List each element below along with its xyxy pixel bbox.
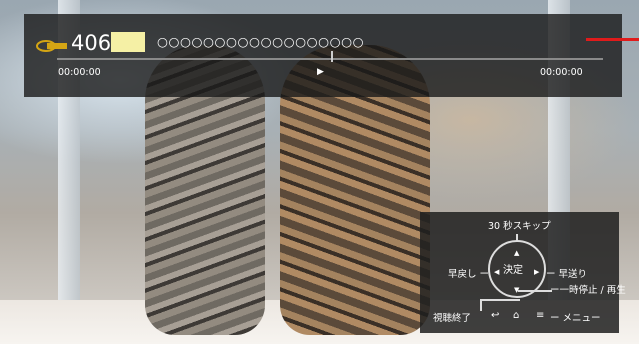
skip-label: 30 秒スキップ: [488, 221, 551, 232]
play-icon: ▶: [317, 67, 324, 77]
fastforward-label: ー 早送り: [546, 269, 588, 280]
connector-line: [518, 290, 552, 292]
remote-control-guide: 30 秒スキップ ▲ ▼ ◀ ▶ 決定 早戻し ー ー 早送り ー一時停止 / …: [420, 212, 626, 333]
up-arrow-icon[interactable]: ▲: [514, 249, 519, 257]
connector-line: [480, 299, 482, 311]
video-player-screen: 406 ○○○○○○○○○○○○○○○○○○ 00:00:00 ▶ 00:00:…: [0, 0, 639, 344]
g-guide-logo: [36, 38, 68, 52]
right-arrow-icon[interactable]: ▶: [534, 268, 539, 276]
pause-play-label: ー一時停止 / 再生: [550, 285, 626, 296]
left-arrow-icon[interactable]: ◀: [494, 268, 499, 276]
home-icon[interactable]: ⌂: [513, 310, 519, 321]
rewind-label: 早戻し ー: [448, 269, 490, 280]
connector-line: [480, 299, 520, 301]
current-time: 00:00:00: [58, 67, 101, 78]
seek-bar[interactable]: [57, 58, 603, 60]
red-indicator-line: [586, 38, 639, 41]
playback-info-bar: 406 ○○○○○○○○○○○○○○○○○○ 00:00:00 ▶ 00:00:…: [24, 14, 622, 97]
menu-icon[interactable]: ≡: [536, 310, 544, 321]
seek-position-marker[interactable]: [331, 51, 333, 62]
channel-number: 406: [71, 31, 112, 55]
back-icon[interactable]: ↩: [491, 310, 499, 321]
program-title: ○○○○○○○○○○○○○○○○○○: [157, 34, 365, 49]
ok-button[interactable]: 決定: [503, 261, 523, 276]
total-time: 00:00:00: [540, 67, 583, 78]
channel-logo-placeholder: [111, 32, 145, 52]
menu-label: ー メニュー: [550, 313, 601, 324]
exit-label: 視聴終了: [433, 313, 472, 324]
